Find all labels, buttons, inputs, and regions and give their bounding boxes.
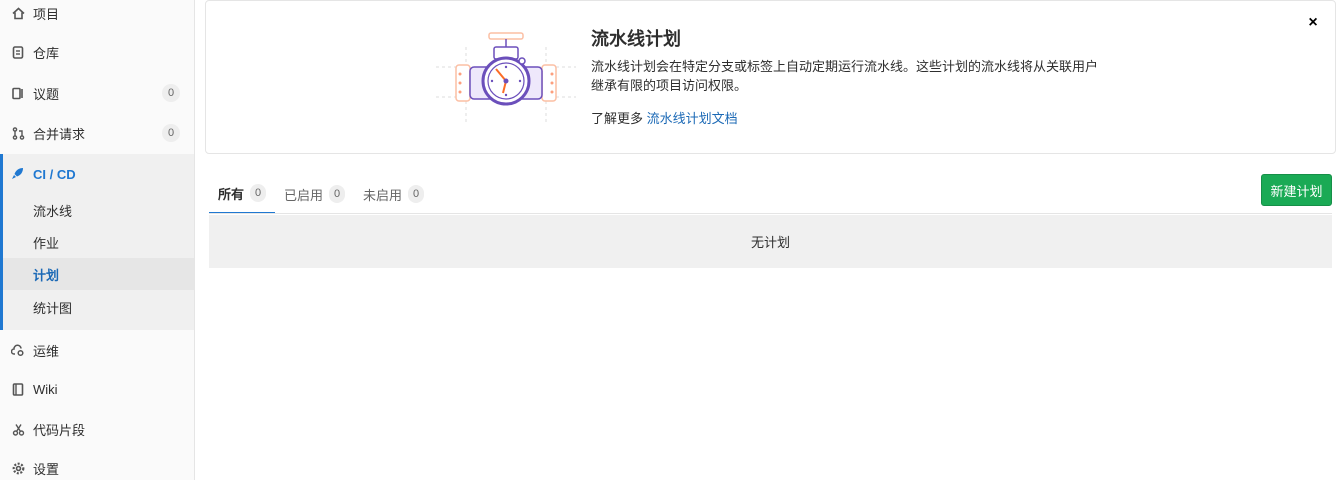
merge-requests-count-badge: 0 [162, 124, 180, 142]
sidebar-subitem-pipelines[interactable]: 流水线 [3, 194, 194, 226]
pipeline-schedule-illustration [436, 27, 576, 127]
banner-description: 流水线计划会在特定分支或标签上自动定期运行流水线。这些计划的流水线将从关联用户继… [591, 59, 1099, 93]
home-icon [11, 6, 25, 20]
sidebar-group-cicd: CI / CD 流水线 作业 计划 统计图 [0, 154, 194, 330]
rocket-icon [11, 167, 25, 181]
schedules-docs-link[interactable]: 流水线计划文档 [647, 111, 738, 126]
sidebar-item-merge-requests[interactable]: 合并请求 0 [0, 113, 194, 153]
scissors-icon [11, 422, 25, 436]
tab-label: 未启用 [363, 187, 403, 203]
tab-count-badge: 0 [329, 185, 346, 203]
doc-icon [11, 45, 25, 59]
tab-label: 所有 [218, 186, 245, 202]
tab-label: 已启用 [284, 187, 324, 203]
close-icon[interactable]: × [1305, 15, 1321, 31]
sidebar-item-label: 议题 [33, 86, 60, 102]
sidebar-subitem-schedules[interactable]: 计划 [3, 258, 194, 290]
new-schedule-button[interactable]: 新建计划 [1261, 174, 1332, 206]
sidebar-item-settings[interactable]: 设置 [0, 448, 194, 488]
schedules-intro-banner: 流水线计划 流水线计划会在特定分支或标签上自动定期运行流水线。这些计划的流水线将… [205, 0, 1336, 154]
sidebar-item-label: 项目 [33, 6, 60, 22]
merge-request-icon [11, 126, 25, 140]
sidebar-subitem-jobs[interactable]: 作业 [3, 226, 194, 258]
sidebar-item-label: 仓库 [33, 45, 60, 61]
tab-active[interactable]: 已启用 0 [275, 174, 354, 214]
sidebar-item-snippets[interactable]: 代码片段 [0, 409, 194, 449]
sidebar-item-issues[interactable]: 议题 0 [0, 73, 194, 113]
gear-icon [11, 461, 25, 475]
issues-count-badge: 0 [162, 84, 180, 102]
sidebar-item-label: 合并请求 [33, 126, 86, 142]
sidebar-item-project[interactable]: 项目 [0, 0, 194, 33]
sidebar-item-cicd[interactable]: CI / CD [3, 154, 194, 194]
sidebar-item-wiki[interactable]: Wiki [0, 369, 194, 409]
book-icon [11, 382, 25, 396]
sidebar-item-operations[interactable]: 运维 [0, 330, 194, 370]
schedule-scope-tabs: 所有 0 已启用 0 未启用 0 [209, 174, 433, 214]
empty-state-text: 无计划 [750, 235, 790, 250]
tabs-divider [209, 213, 1332, 214]
tab-count-badge: 0 [408, 185, 425, 203]
tab-all[interactable]: 所有 0 [209, 174, 276, 214]
banner-learn-more: 了解更多 流水线计划文档 [591, 108, 738, 127]
tab-inactive[interactable]: 未启用 0 [354, 174, 433, 214]
tab-count-badge: 0 [250, 184, 267, 202]
sidebar-item-label: CI / CD [33, 166, 76, 182]
cloud-gear-icon [11, 343, 25, 357]
sidebar-item-label: 运维 [33, 343, 60, 359]
sidebar: 项目 仓库 议题 0 合并请求 0 CI / CD 流水线 作业 计划 统计图 [0, 0, 195, 480]
learn-more-prefix: 了解更多 [591, 111, 644, 126]
sidebar-subitem-charts[interactable]: 统计图 [3, 291, 194, 323]
empty-state: 无计划 [209, 215, 1332, 268]
banner-title: 流水线计划 [591, 29, 681, 49]
sidebar-item-repository[interactable]: 仓库 [0, 32, 194, 72]
issues-icon [11, 86, 25, 100]
sidebar-item-label: 代码片段 [33, 422, 86, 438]
sidebar-item-label: Wiki [33, 381, 58, 397]
sidebar-item-label: 设置 [33, 461, 60, 477]
